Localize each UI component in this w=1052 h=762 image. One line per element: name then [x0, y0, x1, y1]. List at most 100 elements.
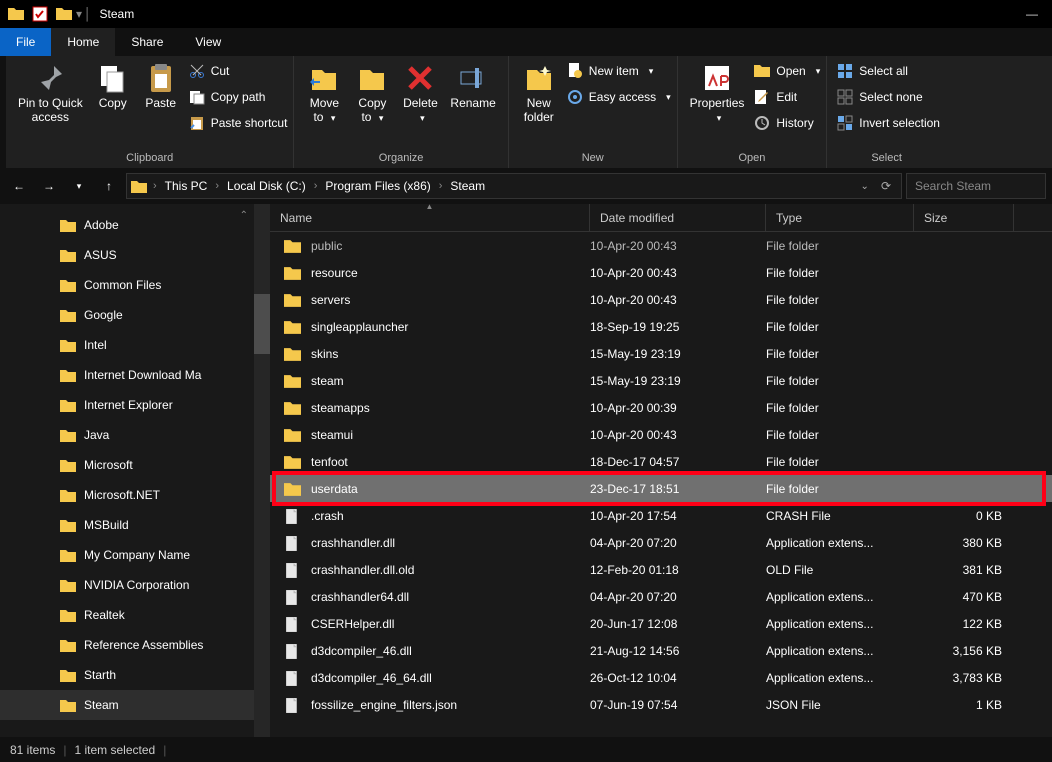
file-row[interactable]: userdata23-Dec-17 18:51File folder [270, 475, 1052, 502]
tree-scrollbar[interactable] [254, 204, 270, 737]
nav-forward-button[interactable]: → [36, 173, 62, 199]
file-row[interactable]: CSERHelper.dll20-Jun-17 12:08Application… [270, 610, 1052, 637]
nav-up-button[interactable]: ↑ [96, 173, 122, 199]
file-row[interactable]: d3dcompiler_46_64.dll26-Oct-12 10:04Appl… [270, 664, 1052, 691]
tree-item[interactable]: ASUS [0, 240, 270, 270]
chevron-right-icon[interactable]: › [147, 180, 163, 192]
tree-item[interactable]: Microsoft [0, 450, 270, 480]
properties-button[interactable]: Properties▾ [684, 60, 751, 127]
tree-item[interactable]: MSBuild [0, 510, 270, 540]
tree-item[interactable]: Adobe [0, 210, 270, 240]
minimize-button[interactable]: — [1016, 0, 1048, 28]
copy-to-button[interactable]: Copy to ▾ [348, 60, 396, 127]
breadcrumb-this-pc[interactable]: This PC [163, 179, 210, 193]
file-row[interactable]: servers10-Apr-20 00:43File folder [270, 286, 1052, 313]
file-type: File folder [766, 401, 914, 415]
copy-button[interactable]: Copy [89, 60, 137, 112]
tree-item[interactable]: Steam [0, 690, 270, 720]
file-row[interactable]: fossilize_engine_filters.json07-Jun-19 0… [270, 691, 1052, 718]
tree-item-label: ASUS [84, 248, 117, 262]
nav-tree[interactable]: ⌃ AdobeASUSCommon FilesGoogleIntelIntern… [0, 204, 270, 737]
tab-share[interactable]: Share [115, 28, 179, 56]
paste-button[interactable]: Paste [137, 60, 185, 112]
qat-dropdown-icon[interactable]: ▾ [76, 7, 82, 21]
scroll-up-icon[interactable]: ⌃ [240, 210, 248, 221]
file-row[interactable]: steamui10-Apr-20 00:43File folder [270, 421, 1052, 448]
select-none-button[interactable]: Select none [837, 86, 940, 108]
file-row[interactable]: skins15-May-19 23:19File folder [270, 340, 1052, 367]
file-type: CRASH File [766, 509, 914, 523]
cut-button[interactable]: Cut [189, 60, 288, 82]
nav-recent-dropdown[interactable]: ▾ [66, 173, 92, 199]
chevron-right-icon[interactable]: › [308, 180, 324, 192]
file-name: crashhandler.dll [311, 536, 590, 550]
column-size[interactable]: Size [914, 204, 1014, 231]
nav-back-button[interactable]: ← [6, 173, 32, 199]
tab-view[interactable]: View [179, 28, 237, 56]
file-row[interactable]: tenfoot18-Dec-17 04:57File folder [270, 448, 1052, 475]
tree-scrollbar-thumb[interactable] [254, 294, 270, 354]
chevron-right-icon[interactable]: › [209, 180, 225, 192]
delete-button[interactable]: Delete▾ [396, 60, 444, 127]
tree-item[interactable]: Starth [0, 660, 270, 690]
refresh-button[interactable]: ⟳ [875, 179, 897, 193]
file-row[interactable]: singleapplauncher18-Sep-19 19:25File fol… [270, 313, 1052, 340]
easy-access-button[interactable]: Easy access▾ [567, 86, 671, 108]
qat-newfolder-icon[interactable] [56, 6, 72, 22]
new-item-button[interactable]: New item▾ [567, 60, 671, 82]
tree-item[interactable]: Google [0, 300, 270, 330]
file-list: ▲ Name Date modified Type Size public10-… [270, 204, 1052, 737]
tree-item-label: Steam [84, 698, 119, 712]
select-all-button[interactable]: Select all [837, 60, 940, 82]
tree-item[interactable]: Microsoft.NET [0, 480, 270, 510]
breadcrumb-drive[interactable]: Local Disk (C:) [225, 179, 308, 193]
tree-item[interactable]: Intel [0, 330, 270, 360]
tree-item[interactable]: NVIDIA Corporation [0, 570, 270, 600]
scissors-icon [189, 63, 205, 79]
edit-button[interactable]: Edit [754, 86, 820, 108]
address-dropdown-icon[interactable]: ⌄ [855, 181, 875, 192]
file-row[interactable]: steam15-May-19 23:19File folder [270, 367, 1052, 394]
column-type[interactable]: Type [766, 204, 914, 231]
search-input[interactable]: Search Steam [906, 173, 1046, 199]
file-size: 3,783 KB [914, 671, 1014, 685]
tree-item[interactable]: Common Files [0, 270, 270, 300]
tree-item[interactable]: Java [0, 420, 270, 450]
file-row[interactable]: crashhandler.dll04-Apr-20 07:20Applicati… [270, 529, 1052, 556]
file-row[interactable]: crashhandler64.dll04-Apr-20 07:20Applica… [270, 583, 1052, 610]
column-date[interactable]: Date modified [590, 204, 766, 231]
tab-home[interactable]: Home [51, 28, 115, 56]
tree-item[interactable]: Reference Assemblies [0, 630, 270, 660]
folder-icon [60, 278, 76, 292]
file-row[interactable]: crashhandler.dll.old12-Feb-20 01:18OLD F… [270, 556, 1052, 583]
file-row[interactable]: .crash10-Apr-20 17:54CRASH File0 KB [270, 502, 1052, 529]
tree-item[interactable]: Realtek [0, 600, 270, 630]
paste-shortcut-button[interactable]: Paste shortcut [189, 112, 288, 134]
file-row[interactable]: steamapps10-Apr-20 00:39File folder [270, 394, 1052, 421]
file-row[interactable]: d3dcompiler_46.dll21-Aug-12 14:56Applica… [270, 637, 1052, 664]
pin-to-quick-access-button[interactable]: Pin to Quick access [12, 60, 89, 126]
tree-item[interactable]: My Company Name [0, 540, 270, 570]
column-name[interactable]: ▲ Name [270, 204, 590, 231]
file-date: 10-Apr-20 00:43 [590, 266, 766, 280]
invert-selection-button[interactable]: Invert selection [837, 112, 940, 134]
move-to-button[interactable]: Move to ▾ [300, 60, 348, 127]
file-date: 10-Apr-20 00:43 [590, 239, 766, 253]
tab-file[interactable]: File [0, 28, 51, 56]
easy-access-icon [567, 89, 583, 105]
rename-button[interactable]: Rename [444, 60, 501, 112]
copy-path-button[interactable]: Copy path [189, 86, 288, 108]
breadcrumb-program-files[interactable]: Program Files (x86) [323, 179, 432, 193]
qat-properties-icon[interactable] [32, 6, 48, 22]
new-folder-button[interactable]: New folder [515, 60, 563, 126]
tree-item[interactable]: Internet Explorer [0, 390, 270, 420]
breadcrumb-steam[interactable]: Steam [448, 179, 487, 193]
open-button[interactable]: Open▾ [754, 60, 820, 82]
file-row[interactable]: resource10-Apr-20 00:43File folder [270, 259, 1052, 286]
breadcrumb[interactable]: › This PC › Local Disk (C:) › Program Fi… [126, 173, 902, 199]
tree-item[interactable]: Internet Download Ma [0, 360, 270, 390]
history-button[interactable]: History [754, 112, 820, 134]
file-row[interactable]: public10-Apr-20 00:43File folder [270, 232, 1052, 259]
chevron-right-icon[interactable]: › [433, 180, 449, 192]
history-icon [754, 115, 770, 131]
